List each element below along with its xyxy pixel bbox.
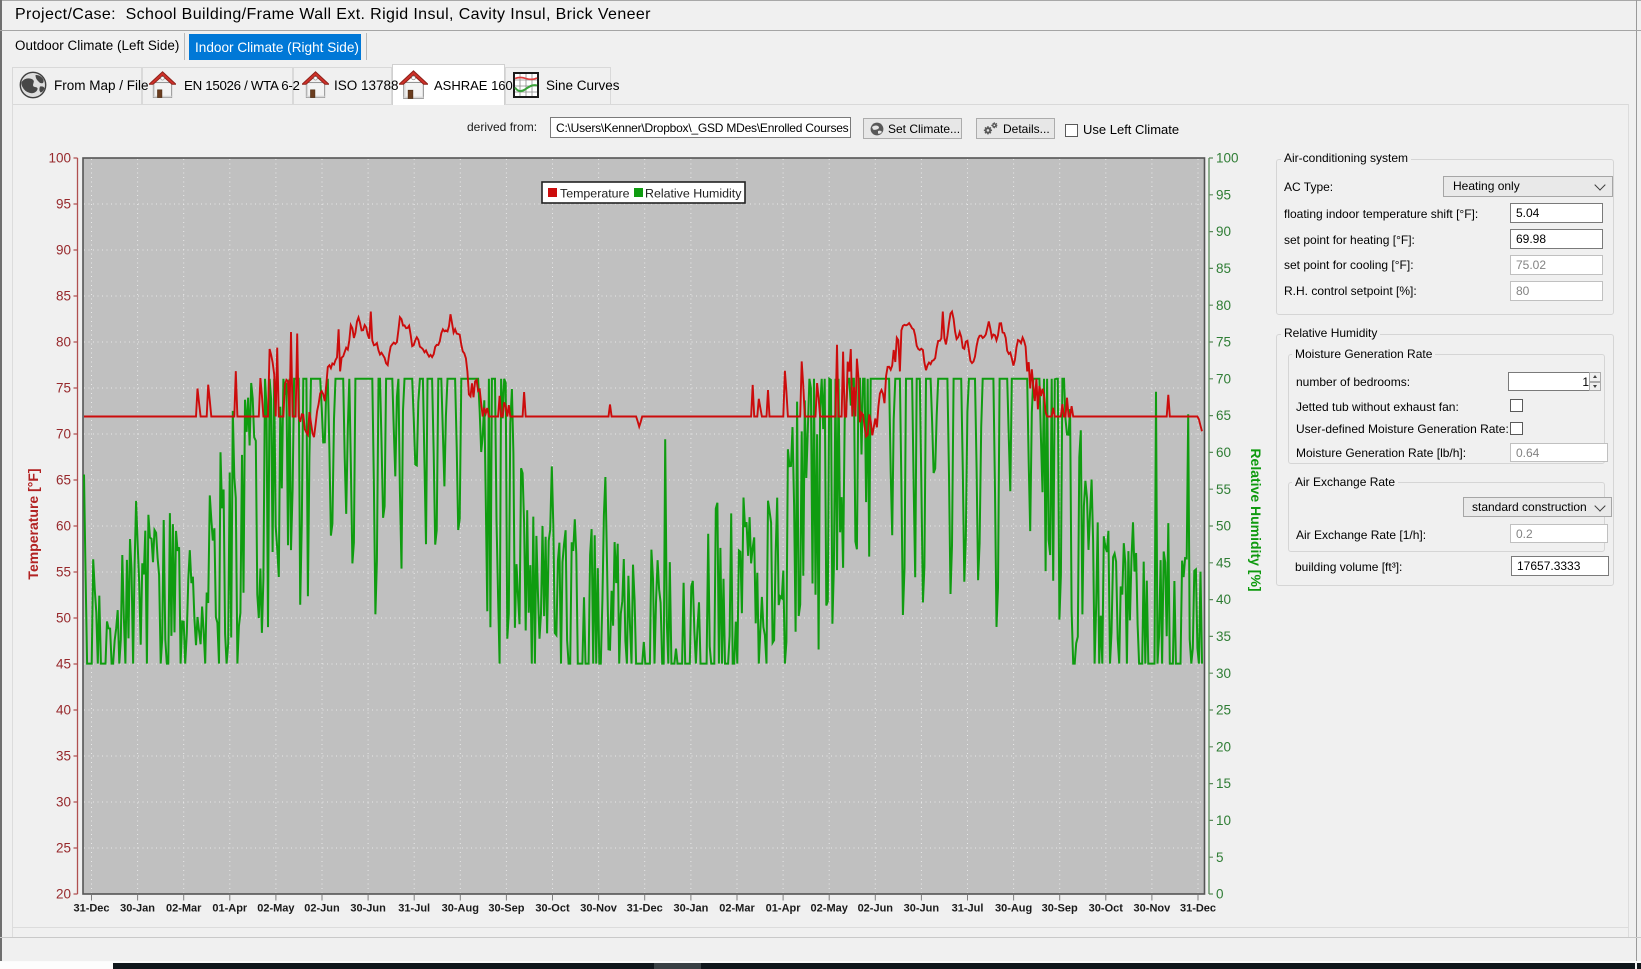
svg-text:70: 70 [56, 427, 71, 442]
svg-text:30-Aug: 30-Aug [442, 903, 479, 915]
svg-text:02-Jun: 02-Jun [304, 903, 340, 915]
svg-text:Relative Humidity: Relative Humidity [645, 187, 742, 201]
svg-text:01-Apr: 01-Apr [766, 903, 802, 915]
svg-text:75: 75 [56, 381, 71, 396]
svg-text:30-Jun: 30-Jun [350, 903, 386, 915]
svg-text:01-Apr: 01-Apr [212, 903, 248, 915]
svg-text:60: 60 [56, 519, 71, 534]
svg-text:30-Jun: 30-Jun [904, 903, 940, 915]
svg-text:95: 95 [56, 197, 71, 212]
svg-text:31-Jul: 31-Jul [952, 903, 984, 915]
svg-text:25: 25 [1216, 703, 1231, 718]
svg-text:50: 50 [56, 611, 71, 626]
svg-text:100: 100 [1216, 151, 1239, 166]
svg-text:100: 100 [48, 151, 71, 166]
svg-text:65: 65 [1216, 408, 1231, 423]
svg-text:31-Dec: 31-Dec [1180, 903, 1216, 915]
svg-text:70: 70 [1216, 371, 1231, 386]
svg-text:45: 45 [56, 657, 71, 672]
svg-text:45: 45 [1216, 555, 1231, 570]
svg-text:31-Dec: 31-Dec [73, 903, 109, 915]
svg-text:31-Dec: 31-Dec [627, 903, 663, 915]
svg-text:25: 25 [56, 841, 71, 856]
svg-text:31-Jul: 31-Jul [398, 903, 430, 915]
svg-text:55: 55 [1216, 482, 1231, 497]
svg-text:02-May: 02-May [257, 903, 295, 915]
svg-text:30-Oct: 30-Oct [1089, 903, 1124, 915]
svg-text:5: 5 [1216, 850, 1224, 865]
svg-text:30-Nov: 30-Nov [1134, 903, 1172, 915]
svg-text:02-Jun: 02-Jun [858, 903, 894, 915]
svg-text:30-Oct: 30-Oct [535, 903, 570, 915]
svg-text:30: 30 [56, 795, 71, 810]
svg-text:30-Jan: 30-Jan [673, 903, 708, 915]
svg-text:15: 15 [1216, 776, 1231, 791]
svg-text:85: 85 [1216, 261, 1231, 276]
svg-text:60: 60 [1216, 445, 1231, 460]
svg-text:95: 95 [1216, 187, 1231, 202]
svg-text:02-Mar: 02-Mar [166, 903, 202, 915]
svg-text:Relative Humidity [%]: Relative Humidity [%] [1248, 448, 1264, 591]
svg-text:35: 35 [1216, 629, 1231, 644]
svg-text:10: 10 [1216, 813, 1231, 828]
svg-text:30: 30 [1216, 666, 1231, 681]
svg-text:30-Aug: 30-Aug [995, 903, 1032, 915]
svg-text:50: 50 [1216, 519, 1231, 534]
svg-text:35: 35 [56, 749, 71, 764]
svg-text:20: 20 [1216, 739, 1231, 754]
svg-text:40: 40 [56, 703, 71, 718]
svg-text:30-Jan: 30-Jan [120, 903, 155, 915]
svg-text:Temperature [°F]: Temperature [°F] [25, 468, 41, 579]
svg-text:02-Mar: 02-Mar [719, 903, 755, 915]
svg-text:90: 90 [56, 243, 71, 258]
svg-text:85: 85 [56, 289, 71, 304]
svg-text:90: 90 [1216, 224, 1231, 239]
svg-text:40: 40 [1216, 592, 1231, 607]
svg-text:80: 80 [56, 335, 71, 350]
svg-text:30-Sep: 30-Sep [488, 903, 524, 915]
svg-text:80: 80 [1216, 298, 1231, 313]
svg-text:20: 20 [56, 887, 71, 902]
svg-text:30-Sep: 30-Sep [1042, 903, 1078, 915]
svg-text:Temperature: Temperature [560, 187, 630, 201]
svg-text:55: 55 [56, 565, 71, 580]
svg-text:30-Nov: 30-Nov [580, 903, 618, 915]
svg-text:0: 0 [1216, 887, 1224, 902]
svg-text:02-May: 02-May [811, 903, 849, 915]
svg-text:65: 65 [56, 473, 71, 488]
svg-text:75: 75 [1216, 335, 1231, 350]
